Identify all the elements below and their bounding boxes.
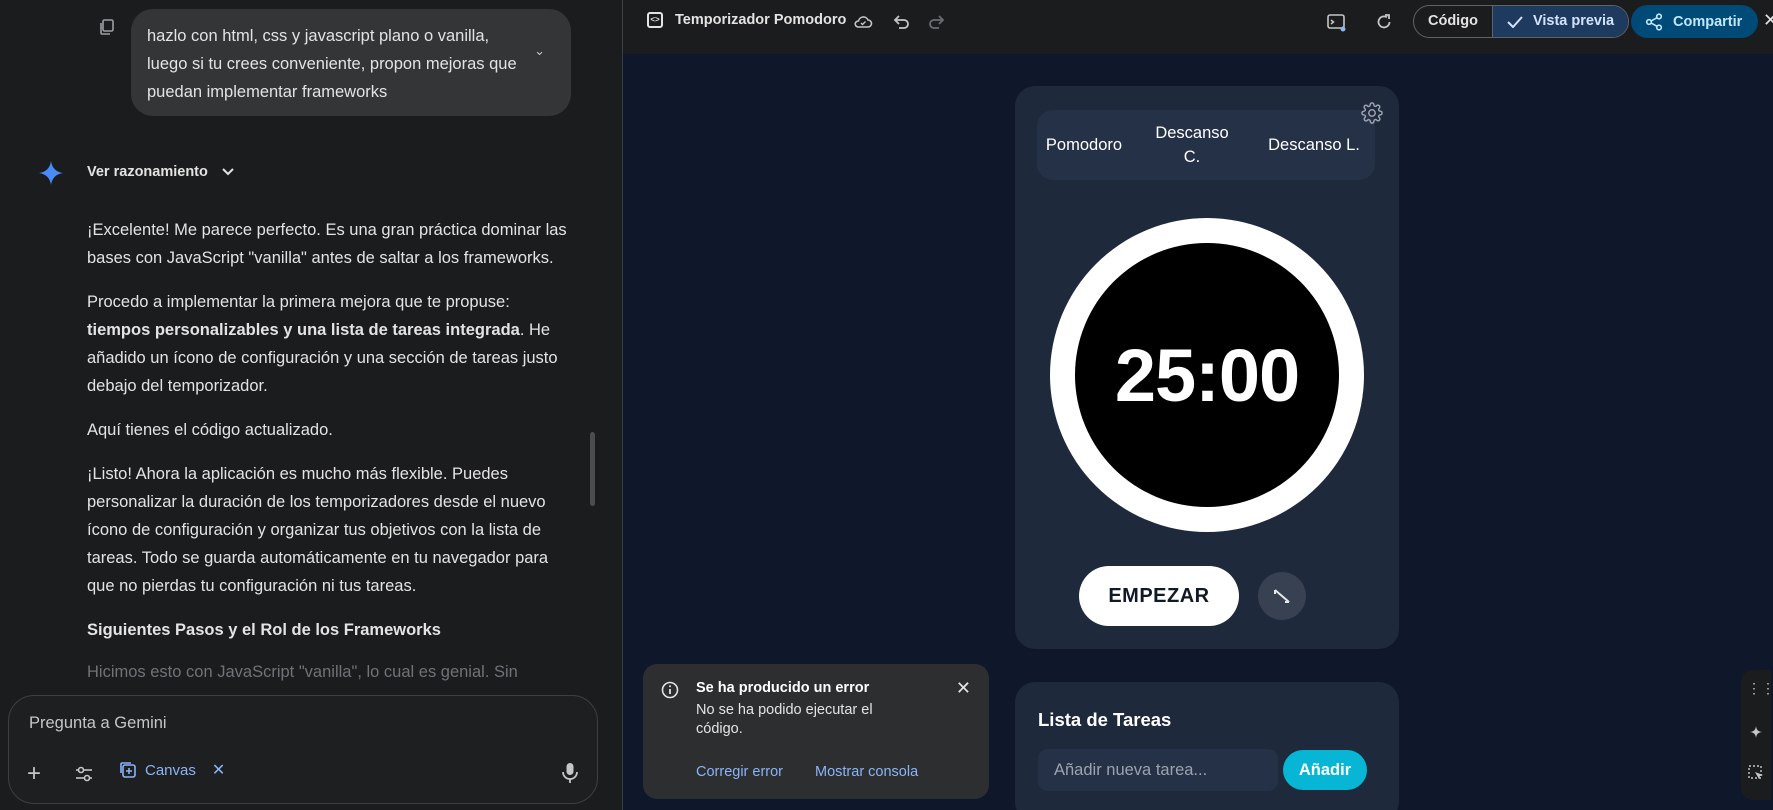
show-reasoning-toggle[interactable]: Ver razonamiento: [87, 164, 234, 180]
model-response: ¡Excelente! Me parece perfecto. Es una g…: [87, 216, 567, 702]
timer-face: 25:00: [1075, 243, 1339, 507]
close-icon[interactable]: ✕: [956, 678, 971, 699]
response-paragraph: Aquí tienes el código actualizado.: [87, 421, 333, 439]
canvas-panel: <> Temporizador Pomodoro Código Vista pr…: [623, 0, 1773, 810]
canvas-icon: [120, 762, 136, 778]
microphone-icon[interactable]: [561, 762, 579, 784]
mode-pomodoro[interactable]: Pomodoro: [1037, 110, 1131, 180]
canvas-chip[interactable]: Canvas ✕: [119, 760, 225, 780]
response-paragraph: ¡Excelente! Me parece perfecto. Es una g…: [87, 221, 567, 267]
response-bold-text: tiempos personalizables y una lista de t…: [87, 321, 520, 339]
edit-tools-rail: ⋮⋮: [1741, 670, 1773, 800]
mode-long-break[interactable]: Descanso L.: [1253, 110, 1375, 180]
terminal-icon[interactable]: [1326, 12, 1346, 32]
refresh-icon[interactable]: [1374, 12, 1394, 32]
select-element-icon[interactable]: [1747, 764, 1765, 782]
user-message-text: hazlo con html, css y javascript plano o…: [147, 27, 517, 101]
gemini-sparkle-icon: [39, 161, 63, 185]
timer-display: 25:00: [1114, 333, 1300, 417]
cloud-icon[interactable]: [853, 12, 873, 32]
sparkle-edit-icon[interactable]: [1747, 724, 1765, 742]
share-icon: [1645, 12, 1663, 31]
show-console-button[interactable]: Mostrar consola: [815, 764, 918, 780]
start-button[interactable]: EMPEZAR: [1079, 566, 1239, 626]
task-list-title: Lista de Tareas: [1038, 709, 1172, 730]
code-icon: <>: [647, 12, 663, 28]
mode-tabs: Pomodoro Descanso C. Descanso L.: [1037, 110, 1375, 180]
response-paragraph: ¡Listo! Ahora la aplicación es mucho más…: [87, 465, 549, 595]
timer-progress-ring: 25:00: [1050, 218, 1364, 532]
new-task-input[interactable]: Añadir nueva tarea...: [1038, 749, 1278, 791]
drag-handle-icon[interactable]: ⋮⋮: [1747, 680, 1773, 698]
task-list-card: Lista de Tareas Añadir nueva tarea... Añ…: [1015, 682, 1399, 810]
reset-button[interactable]: [1258, 572, 1306, 620]
canvas-title-text: Temporizador Pomodoro: [675, 12, 847, 28]
reset-icon: [1274, 589, 1290, 603]
error-toast: Se ha producido un error No se ha podido…: [643, 664, 989, 799]
canvas-title: <> Temporizador Pomodoro: [647, 12, 846, 28]
response-text: Procedo a implementar la primera mejora …: [87, 293, 510, 311]
mode-short-break[interactable]: Descanso C.: [1131, 110, 1253, 180]
copy-icon[interactable]: [98, 18, 116, 36]
settings-gear-icon[interactable]: [1361, 102, 1383, 124]
tab-code[interactable]: Código: [1414, 6, 1492, 37]
user-message-bubble: hazlo con html, css y javascript plano o…: [131, 9, 571, 116]
share-button[interactable]: Compartir: [1631, 5, 1759, 38]
plus-icon[interactable]: +: [27, 762, 41, 786]
fix-error-button[interactable]: Corregir error: [696, 764, 783, 780]
chevron-down-icon: [222, 168, 234, 176]
chat-panel: hazlo con html, css y javascript plano o…: [0, 0, 623, 810]
close-canvas-icon[interactable]: ✕: [1763, 10, 1773, 31]
view-toggle: Código Vista previa: [1413, 5, 1630, 38]
canvas-chip-label: Canvas: [145, 761, 196, 779]
info-icon: [661, 681, 679, 699]
tab-preview-label: Vista previa: [1532, 13, 1615, 29]
response-paragraph: Hicimos esto con JavaScript "vanilla", l…: [87, 663, 518, 681]
chevron-down-icon[interactable]: ⌄: [534, 37, 545, 65]
tools-icon[interactable]: [74, 764, 94, 784]
undo-icon[interactable]: [891, 12, 911, 32]
error-message: No se ha podido ejecutar el código.: [696, 702, 873, 737]
chat-scrollbar[interactable]: [590, 432, 595, 506]
canvas-toolbar: <> Temporizador Pomodoro Código Vista pr…: [623, 0, 1773, 54]
response-paragraph: Procedo a implementar la primera mejora …: [87, 288, 567, 400]
timer-card: Pomodoro Descanso C. Descanso L. 25:00 E…: [1015, 86, 1399, 649]
reasoning-label: Ver razonamiento: [87, 164, 208, 180]
tab-preview[interactable]: Vista previa: [1491, 6, 1629, 37]
add-task-button[interactable]: Añadir: [1283, 750, 1367, 790]
share-label: Compartir: [1673, 13, 1743, 30]
response-heading: Siguientes Pasos y el Rol de los Framewo…: [87, 621, 441, 639]
redo-icon[interactable]: [927, 12, 947, 32]
close-icon[interactable]: ✕: [212, 760, 225, 780]
error-title: Se ha producido un error: [696, 680, 870, 696]
check-icon: [1507, 15, 1523, 28]
prompt-input[interactable]: Pregunta a Gemini: [29, 714, 167, 733]
prompt-composer[interactable]: Pregunta a Gemini + Canvas ✕: [8, 695, 598, 804]
